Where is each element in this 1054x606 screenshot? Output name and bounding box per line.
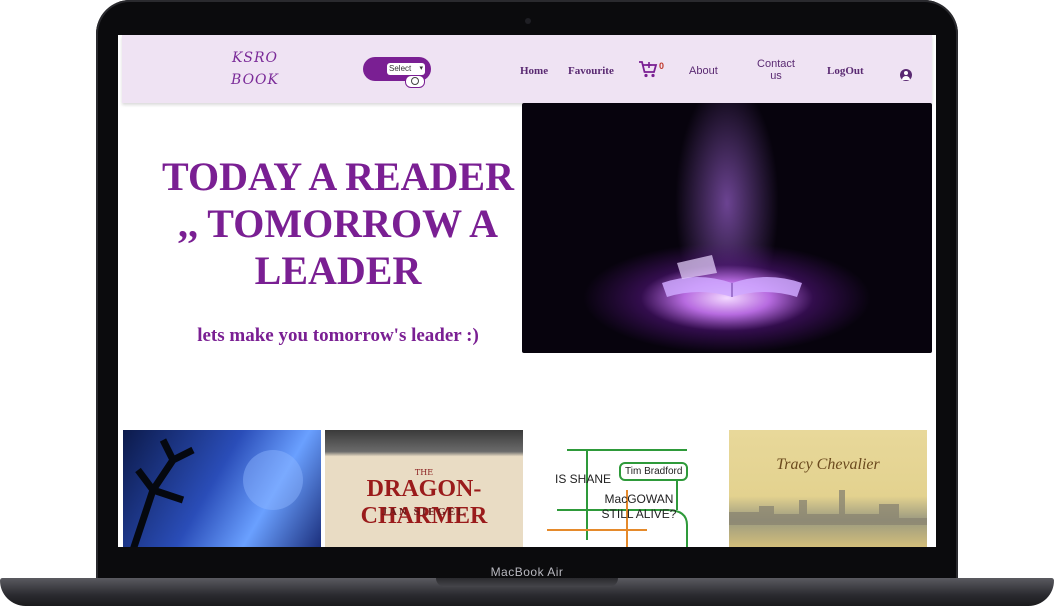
book-cover-art xyxy=(130,438,303,547)
book-author: JAN SIEGEL xyxy=(381,506,467,518)
book-card-2[interactable]: THE DRAGON-CHARMER JAN SIEGEL xyxy=(325,430,523,547)
cart-button[interactable] xyxy=(638,59,658,79)
nav-home[interactable]: Home xyxy=(520,65,548,77)
search-button[interactable] xyxy=(405,75,425,88)
camera-dot xyxy=(525,18,531,24)
book-title: DRAGON-CHARMER xyxy=(360,476,488,529)
nav-contact[interactable]: Contact us xyxy=(750,58,802,82)
nav-favourite[interactable]: Favourite xyxy=(568,65,614,77)
cart-icon xyxy=(639,61,658,78)
logo-line1: KSRO xyxy=(231,50,279,66)
site-logo[interactable]: KSRO BOOK xyxy=(227,47,283,91)
hero-title-line1: TODAY A READER xyxy=(162,154,514,199)
category-select-value: Select xyxy=(389,64,412,73)
hero-title-line3: LEADER xyxy=(254,248,422,293)
open-book-graphic xyxy=(662,255,802,297)
chevron-down-icon: ▾ xyxy=(419,65,423,72)
logo-line2: BOOK xyxy=(231,72,279,88)
book-card-3[interactable]: IS SHANE Tim Bradford MacGOWAN STILL ALI… xyxy=(527,430,725,547)
book-title-line1: IS SHANE xyxy=(555,472,612,486)
cart-count-badge: 0 xyxy=(659,61,665,71)
townscape-art xyxy=(729,490,927,525)
hero-magic-book-image xyxy=(522,103,932,353)
user-icon-head xyxy=(904,71,908,75)
search-icon xyxy=(411,77,419,85)
hero-subtitle: lets make you tomorrow's leader :) xyxy=(197,325,479,346)
device-label: MacBook Air xyxy=(490,565,564,579)
navbar: KSRO BOOK Select ▾ Home Favourite 0 Abou… xyxy=(122,35,932,103)
browser-screen: KSRO BOOK Select ▾ Home Favourite 0 Abou… xyxy=(118,35,936,547)
tube-map-art xyxy=(547,449,688,547)
book-title-line2: MacGOWAN STILL ALIVE? xyxy=(601,492,677,521)
user-icon-body xyxy=(902,76,910,80)
hero-title: TODAY A READER ,, TOMORROW A LEADER xyxy=(148,153,528,294)
user-circle-icon[interactable] xyxy=(900,69,912,81)
nav-about[interactable]: About xyxy=(689,65,718,77)
nav-logout[interactable]: LogOut xyxy=(827,65,864,77)
laptop-hinge xyxy=(436,578,618,587)
hero-title-line2: ,, TOMORROW A xyxy=(177,201,499,246)
book-card-1[interactable] xyxy=(123,430,321,547)
book-author: Tim Bradford xyxy=(619,462,689,481)
category-select[interactable]: Select ▾ xyxy=(387,63,425,75)
book-card-4[interactable]: Tracy Chevalier xyxy=(729,430,927,547)
